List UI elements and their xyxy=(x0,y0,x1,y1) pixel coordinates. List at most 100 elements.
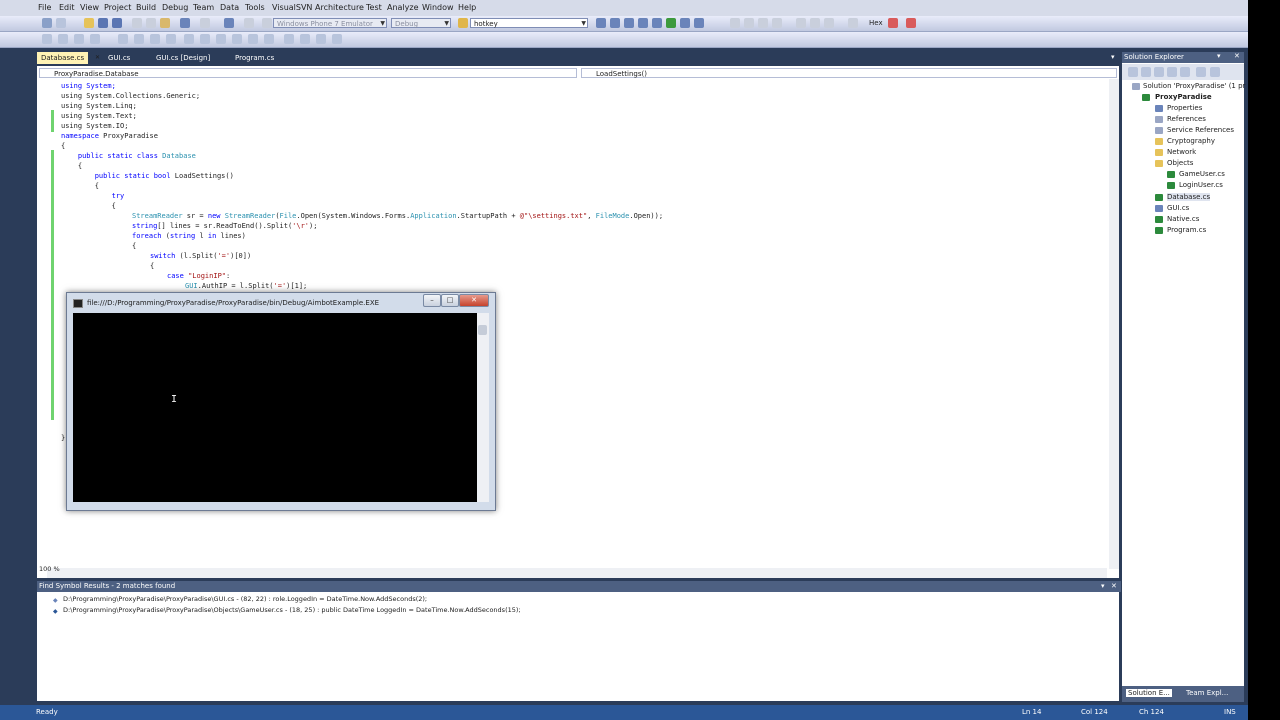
tree-database-cs[interactable]: Database.cs xyxy=(1167,193,1211,201)
go-to-definition-icon[interactable] xyxy=(316,34,326,44)
zoom-level[interactable]: 100 % xyxy=(39,565,60,573)
tree-service-references[interactable]: Service References xyxy=(1167,126,1234,134)
open-folder-icon[interactable] xyxy=(84,18,94,28)
hex-toggle[interactable]: Hex xyxy=(869,19,883,27)
navigate-back-icon[interactable] xyxy=(284,34,294,44)
restart-icon[interactable] xyxy=(772,18,782,28)
menu-architecture[interactable]: Architecture xyxy=(315,3,364,12)
member-navigation-combo[interactable]: LoadSettings() xyxy=(581,68,1117,78)
close-button[interactable]: ✕ xyxy=(459,294,489,307)
properties-icon[interactable] xyxy=(610,18,620,28)
extension-manager-icon[interactable] xyxy=(666,18,676,28)
clear-bookmarks-icon[interactable] xyxy=(264,34,274,44)
menu-edit[interactable]: Edit xyxy=(59,3,75,12)
object-browser-icon[interactable] xyxy=(624,18,634,28)
horizontal-scrollbar[interactable] xyxy=(47,568,1107,578)
menu-team[interactable]: Team xyxy=(193,3,214,12)
step-out-icon[interactable] xyxy=(824,18,834,28)
tab-gui-cs[interactable]: GUI.cs xyxy=(104,52,134,64)
undo-icon[interactable] xyxy=(180,18,190,28)
uncomment-icon[interactable] xyxy=(166,34,176,44)
paste-icon[interactable] xyxy=(160,18,170,28)
pin-icon[interactable]: ▾ xyxy=(1217,52,1221,60)
new-project-icon[interactable] xyxy=(42,18,52,28)
navigate-forward-2-icon[interactable] xyxy=(300,34,310,44)
show-next-statement-icon[interactable] xyxy=(848,18,858,28)
navigate-backward-icon[interactable] xyxy=(224,18,234,28)
quick-info-icon[interactable] xyxy=(74,34,84,44)
stop-debugging-icon[interactable] xyxy=(758,18,768,28)
windows-menu-icon[interactable] xyxy=(906,18,916,28)
chevron-down-icon[interactable]: ▾ xyxy=(1111,53,1115,61)
complete-word-icon[interactable] xyxy=(90,34,100,44)
menu-window[interactable]: Window xyxy=(422,3,454,12)
tree-solution[interactable]: Solution 'ProxyParadise' (1 pr xyxy=(1143,82,1245,90)
tab-solution-explorer[interactable]: Solution E... xyxy=(1126,689,1172,697)
collapse-all-icon[interactable] xyxy=(1210,67,1220,77)
comment-icon[interactable] xyxy=(150,34,160,44)
menu-analyze[interactable]: Analyze xyxy=(387,3,419,12)
toolbox-icon[interactable] xyxy=(638,18,648,28)
navigate-forward-icon[interactable] xyxy=(244,18,254,28)
decrease-indent-icon[interactable] xyxy=(118,34,128,44)
tree-properties[interactable]: Properties xyxy=(1167,104,1202,112)
tree-gameuser-cs[interactable]: GameUser.cs xyxy=(1179,170,1225,178)
next-bookmark-icon[interactable] xyxy=(216,34,226,44)
menu-debug[interactable]: Debug xyxy=(162,3,188,12)
console-window[interactable]: file:///D:/Programming/ProxyParadise/Pro… xyxy=(66,292,496,511)
maximize-button[interactable]: □ xyxy=(441,294,459,307)
menu-test[interactable]: Test xyxy=(366,3,382,12)
solution-explorer-icon[interactable] xyxy=(596,18,606,28)
tree-program-cs[interactable]: Program.cs xyxy=(1167,226,1206,234)
find-result-row[interactable]: D:\Programming\ProxyParadise\ProxyParadi… xyxy=(63,595,427,603)
find-result-row[interactable]: D:\Programming\ProxyParadise\ProxyParadi… xyxy=(63,606,521,614)
menu-project[interactable]: Project xyxy=(104,3,131,12)
console-output[interactable] xyxy=(73,313,477,502)
minimize-button[interactable]: – xyxy=(423,294,441,307)
menu-tools[interactable]: Tools xyxy=(245,3,265,12)
parameter-info-icon[interactable] xyxy=(58,34,68,44)
tree-native-cs[interactable]: Native.cs xyxy=(1167,215,1199,223)
step-over-icon[interactable] xyxy=(810,18,820,28)
properties-icon[interactable] xyxy=(1128,67,1138,77)
close-icon[interactable]: ✕ xyxy=(95,54,100,61)
cut-icon[interactable] xyxy=(132,18,142,28)
save-icon[interactable] xyxy=(98,18,108,28)
view-designer-icon[interactable] xyxy=(1180,67,1190,77)
increase-indent-icon[interactable] xyxy=(134,34,144,44)
tree-gui-cs[interactable]: GUI.cs xyxy=(1167,204,1189,212)
tree-loginuser-cs[interactable]: LoginUser.cs xyxy=(1179,181,1223,189)
configuration-combo[interactable]: Debug ▼ xyxy=(391,18,451,28)
redo-icon[interactable] xyxy=(200,18,210,28)
show-all-files-icon[interactable] xyxy=(1141,67,1151,77)
start-page-icon[interactable] xyxy=(652,18,662,28)
close-icon[interactable]: ✕ xyxy=(1111,582,1117,590)
tab-gui-cs-design[interactable]: GUI.cs [Design] xyxy=(152,52,214,64)
tree-network[interactable]: Network xyxy=(1167,148,1196,156)
find-references-icon[interactable] xyxy=(332,34,342,44)
platform-combo[interactable]: Windows Phone 7 Emulator ▼ xyxy=(273,18,387,28)
class-navigation-combo[interactable]: ProxyParadise.Database xyxy=(39,68,577,78)
copy-icon[interactable] xyxy=(146,18,156,28)
vertical-scrollbar[interactable] xyxy=(1109,79,1119,569)
breakpoints-icon[interactable] xyxy=(888,18,898,28)
menu-file[interactable]: File xyxy=(38,3,51,12)
bookmark-icon[interactable] xyxy=(184,34,194,44)
object-members-icon[interactable] xyxy=(42,34,52,44)
continue-icon[interactable] xyxy=(730,18,740,28)
previous-bookmark-icon[interactable] xyxy=(200,34,210,44)
command-window-icon[interactable] xyxy=(694,18,704,28)
tree-project[interactable]: ProxyParadise xyxy=(1155,93,1212,101)
save-all-icon[interactable] xyxy=(112,18,122,28)
tab-team-explorer[interactable]: Team Expl... xyxy=(1186,689,1228,697)
refresh-icon[interactable] xyxy=(1154,67,1164,77)
menu-data[interactable]: Data xyxy=(220,3,239,12)
view-class-diagram-icon[interactable] xyxy=(1196,67,1206,77)
view-code-icon[interactable] xyxy=(1167,67,1177,77)
tab-program-cs[interactable]: Program.cs xyxy=(231,52,278,64)
previous-bookmark-folder-icon[interactable] xyxy=(232,34,242,44)
start-debugging-icon[interactable] xyxy=(262,18,272,28)
add-item-icon[interactable] xyxy=(56,18,66,28)
menu-help[interactable]: Help xyxy=(458,3,476,12)
close-icon[interactable]: ✕ xyxy=(1234,52,1240,60)
